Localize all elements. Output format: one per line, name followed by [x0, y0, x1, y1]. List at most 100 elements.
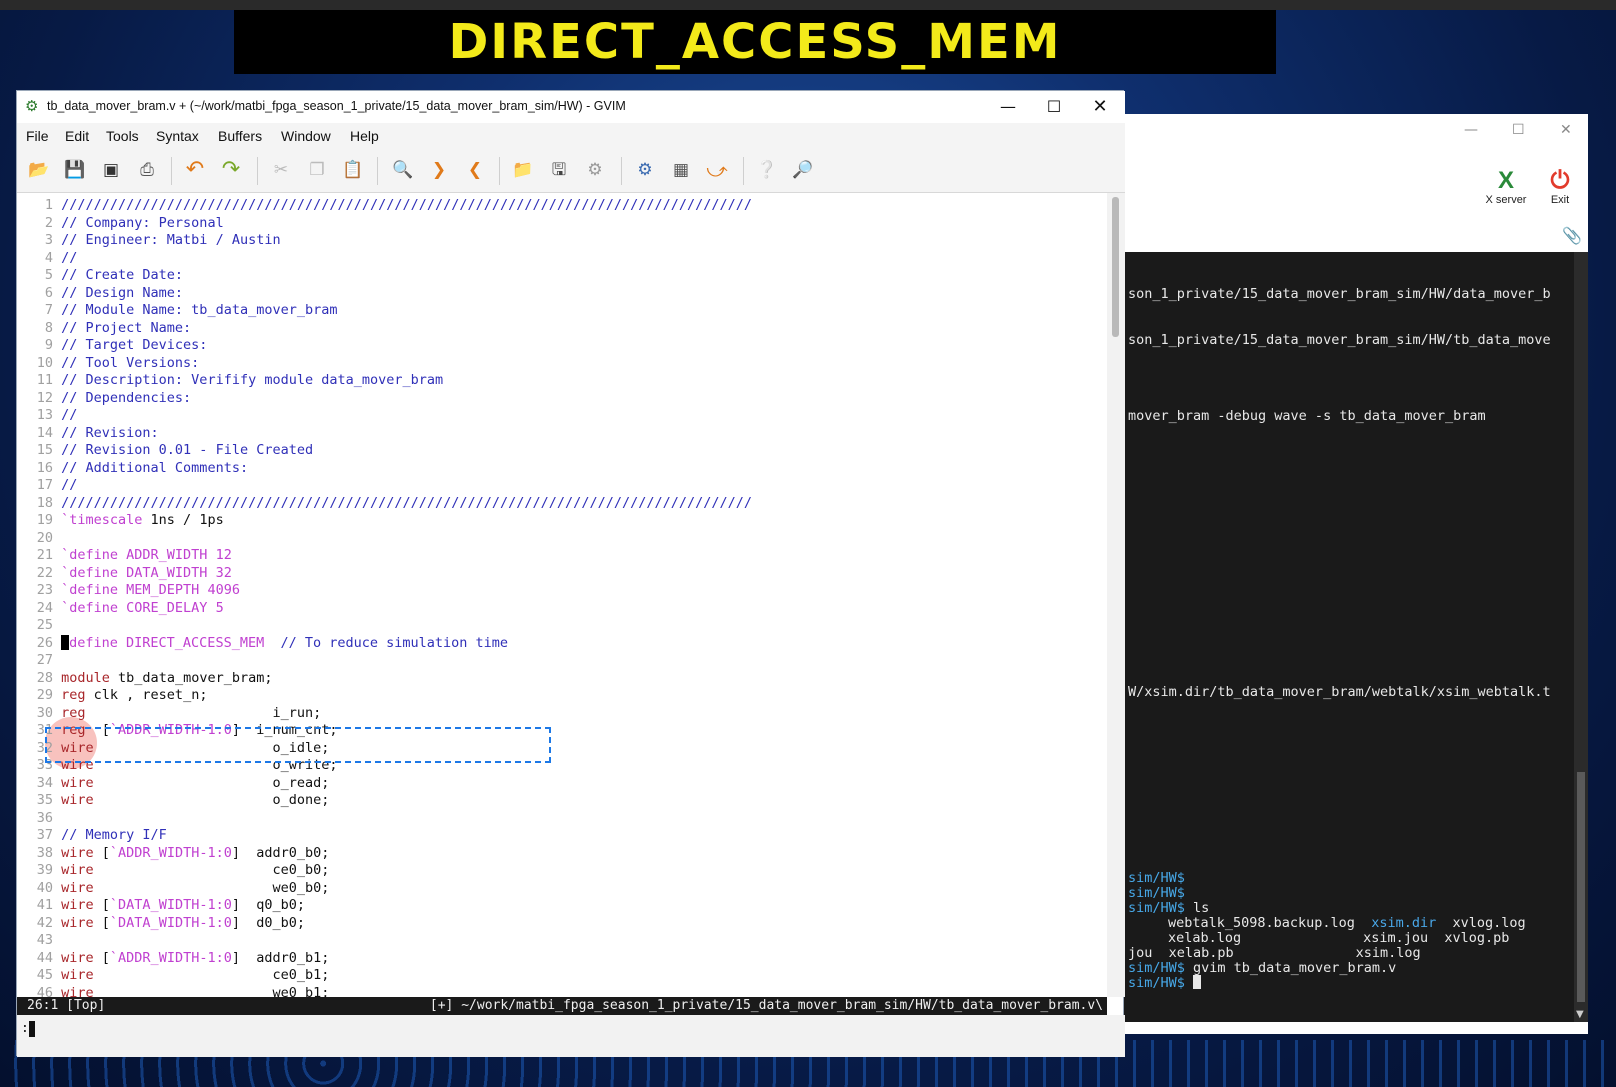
line-number: 27	[36, 652, 53, 668]
menu-help[interactable]: Help	[350, 128, 379, 144]
line-number: 25	[36, 617, 53, 633]
xserver-label: X server	[1485, 194, 1527, 206]
line-number: 36	[36, 809, 53, 826]
code-line: 43	[23, 932, 752, 950]
menu-edit[interactable]: Edit	[65, 128, 89, 144]
menu-syntax[interactable]: Syntax	[156, 128, 199, 144]
save-session-icon[interactable]: 🖫	[547, 158, 571, 182]
jump-tag-icon[interactable]: ⤻	[705, 158, 729, 182]
find-help-icon[interactable]: 🔎	[791, 158, 815, 182]
minimize-icon[interactable]: —	[985, 94, 1031, 120]
code-line: 2 // Company: Personal	[23, 215, 752, 233]
terminal-line: mover_bram -debug wave -s tb_data_mover_…	[1128, 408, 1486, 424]
code-line: 20	[23, 530, 752, 548]
terminal-scroll-thumb[interactable]	[1577, 772, 1585, 1002]
editor-area[interactable]: 1 //////////////////////////////////////…	[17, 193, 1107, 997]
copy-icon[interactable]: ❐	[305, 158, 329, 182]
load-session-icon[interactable]: 📁	[511, 158, 535, 182]
code-token: // Engineer: Matbi / Austin	[61, 232, 281, 248]
print-icon[interactable]: ⎙	[135, 158, 159, 182]
editor-cursor	[61, 634, 70, 650]
find-prev-icon[interactable]: ❮	[463, 158, 487, 182]
line-number: 24	[36, 599, 53, 616]
code-line: 14 // Revision:	[23, 425, 752, 443]
save-icon[interactable]: 💾	[63, 158, 87, 182]
exit-button[interactable]: ⏻ Exit	[1538, 168, 1582, 207]
banner-text: DIRECT_ACCESS_MEM	[448, 14, 1062, 70]
line-number: 44	[36, 949, 53, 966]
line-number: 18	[36, 494, 53, 511]
maximize-icon[interactable]: ☐	[1031, 94, 1077, 120]
menu-tools[interactable]: Tools	[106, 128, 139, 144]
menu-window[interactable]: Window	[281, 128, 331, 144]
ls-entry: xsim.log	[1355, 945, 1421, 961]
code-line: 46 wire we0_b1;	[23, 985, 752, 998]
maximize-icon[interactable]: ☐	[1512, 122, 1525, 138]
terminal-prompt: sim/HW$	[1128, 870, 1185, 886]
code-line: 30 reg i_run;	[23, 705, 752, 723]
code-token: //	[61, 477, 78, 493]
find-next-icon[interactable]: ❯	[427, 158, 451, 182]
undo-icon[interactable]: ↶	[183, 158, 207, 182]
code-token: `define ADDR_WIDTH 12	[61, 547, 232, 563]
ls-entry: webtalk_5098.backup.log	[1168, 915, 1355, 931]
line-number: 16	[36, 459, 53, 476]
code-line: 11 // Description: Verifify module data_…	[23, 372, 752, 390]
code-line: 22 `define DATA_WIDTH 32	[23, 565, 752, 583]
code-line: 44 wire [`ADDR_WIDTH-1:0] addr0_b1;	[23, 950, 752, 968]
xserver-window: — ☐ ✕ X X server ⏻ Exit 📎 son_1_private/…	[1124, 114, 1588, 1034]
terminal-prompt: sim/HW$	[1128, 975, 1185, 991]
code-token: ////////////////////////////////////////…	[61, 494, 752, 511]
code-line: 5 // Create Date:	[23, 267, 752, 285]
code-token: 1ns / 1ps	[142, 512, 224, 528]
run-script-icon[interactable]: ⚙	[583, 158, 607, 182]
line-number: 34	[36, 774, 53, 791]
code-line: 35 wire o_done;	[23, 792, 752, 810]
terminal[interactable]: son_1_private/15_data_mover_bram_sim/HW/…	[1124, 252, 1574, 1022]
line-number: 45	[36, 967, 53, 983]
minimize-icon[interactable]: —	[1464, 122, 1478, 138]
scroll-down-icon[interactable]: ▼	[1576, 1009, 1584, 1020]
close-icon[interactable]: ✕	[1077, 94, 1123, 120]
ls-entry-dir: xsim.dir	[1371, 915, 1437, 931]
code-token: o_read;	[93, 774, 330, 791]
menu-buffers[interactable]: Buffers	[218, 128, 262, 144]
paperclip-icon[interactable]: 📎	[1562, 226, 1582, 245]
window-title: tb_data_mover_bram.v + (~/work/matbi_fpg…	[47, 99, 626, 113]
terminal-scrollbar[interactable]: ▼	[1574, 252, 1588, 1022]
xserver-icon: X	[1497, 167, 1514, 194]
run-ctags-icon[interactable]: ▦	[669, 158, 693, 182]
line-number: 5	[44, 267, 53, 283]
open-icon[interactable]: 📂	[27, 158, 51, 182]
toolbar-separator	[377, 157, 378, 185]
xserver-button[interactable]: X X server	[1476, 167, 1536, 207]
help-icon[interactable]: ❔	[755, 158, 779, 182]
editor-scrollbar[interactable]	[1107, 193, 1125, 997]
code-line: 23 `define MEM_DEPTH 4096	[23, 582, 752, 600]
title-bar[interactable]: ⚙ tb_data_mover_bram.v + (~/work/matbi_f…	[17, 91, 1125, 123]
line-number: 10	[36, 354, 53, 371]
editor-scroll-thumb[interactable]	[1112, 197, 1119, 337]
code-view[interactable]: 1 //////////////////////////////////////…	[23, 197, 752, 997]
close-icon[interactable]: ✕	[1560, 122, 1572, 138]
code-line: 25	[23, 617, 752, 635]
redo-icon[interactable]: ↷	[219, 158, 243, 182]
ls-entry: jou	[1128, 945, 1153, 961]
save-all-icon[interactable]: ▣	[99, 158, 123, 182]
line-number: 40	[36, 879, 53, 896]
command-line[interactable]: :	[17, 1015, 1125, 1057]
paste-icon[interactable]: 📋	[341, 158, 365, 182]
toolbar-separator	[743, 157, 744, 185]
line-number: 20	[36, 529, 53, 546]
find-replace-icon[interactable]: 🔍	[391, 158, 415, 182]
status-line: 26:1 [Top] [+] ~/work/matbi_fpga_season_…	[17, 997, 1107, 1015]
make-icon[interactable]: ⚙	[633, 158, 657, 182]
line-number: 14	[36, 424, 53, 441]
code-token: define DIRECT_ACCESS_MEM	[69, 634, 265, 651]
menu-file[interactable]: File	[26, 128, 49, 144]
line-number: 21	[36, 547, 53, 563]
code-line: 10 // Tool Versions:	[23, 355, 752, 373]
line-number: 28	[36, 669, 53, 686]
cut-icon[interactable]: ✂	[269, 158, 293, 182]
code-line: 28 module tb_data_mover_bram;	[23, 670, 752, 688]
